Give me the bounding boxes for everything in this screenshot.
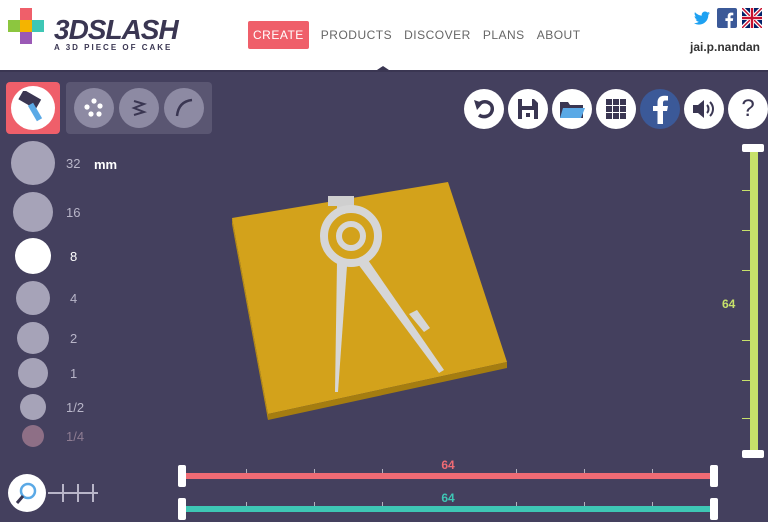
uk-flag-icon[interactable]: [742, 8, 762, 28]
nav-plans[interactable]: PLANS: [483, 21, 525, 49]
brand-name: 3DSLASH: [54, 14, 179, 45]
height-slider-bottom-handle[interactable]: [742, 450, 764, 458]
folder-icon: [560, 102, 585, 118]
nav-discover[interactable]: DISCOVER: [404, 21, 471, 49]
hammer-icon: [18, 91, 43, 122]
nav-indicator-caret: [374, 66, 392, 72]
dots-icon: [84, 98, 103, 117]
grid-icon: [606, 99, 626, 119]
zoom-button[interactable]: [8, 474, 46, 512]
nav-create[interactable]: CREATE: [248, 21, 309, 49]
facebook-share-button[interactable]: [640, 89, 680, 129]
username[interactable]: jai.p.nandan: [690, 40, 760, 54]
size-unit: mm: [94, 157, 118, 172]
main-nav: CREATE PRODUCTS DISCOVER PLANS ABOUT: [248, 21, 593, 49]
help-icon: ?: [741, 95, 755, 122]
zoom-slider-track[interactable]: [48, 492, 98, 494]
tool-group: [66, 82, 212, 134]
curve-icon: [175, 98, 193, 117]
depth-slider-track[interactable]: [184, 506, 714, 512]
height-slider-track[interactable]: [750, 148, 758, 454]
height-slider-value: 64: [722, 297, 736, 311]
depth-slider-left-handle[interactable]: [178, 498, 186, 520]
right-toolbar: ?: [464, 89, 768, 129]
height-slider-top-handle[interactable]: [742, 144, 764, 152]
model-viewport[interactable]: [210, 170, 530, 430]
logo[interactable]: 3DSLASH A 3D PIECE OF CAKE: [6, 8, 196, 56]
save-button[interactable]: [508, 89, 548, 129]
save-icon: [518, 99, 538, 119]
zigzag-icon: [131, 100, 148, 116]
facebook-icon[interactable]: [717, 8, 737, 28]
zigzag-tool-button[interactable]: [119, 88, 159, 128]
sound-icon: [693, 100, 714, 118]
facebook-icon: [653, 95, 668, 124]
depth-slider-right-handle[interactable]: [710, 498, 718, 520]
magnifier-icon: [15, 482, 37, 504]
help-button[interactable]: ?: [728, 89, 768, 129]
width-slider-right-handle[interactable]: [710, 465, 718, 487]
curve-tool-button[interactable]: [164, 88, 204, 128]
sound-button[interactable]: [684, 89, 724, 129]
hammer-tool-button[interactable]: [6, 82, 60, 134]
width-slider-track[interactable]: [184, 473, 714, 479]
width-slider-left-handle[interactable]: [178, 465, 186, 487]
brand-tagline: A 3D PIECE OF CAKE: [54, 43, 173, 52]
open-folder-button[interactable]: [552, 89, 592, 129]
undo-button[interactable]: [464, 89, 504, 129]
top-header: 3DSLASH A 3D PIECE OF CAKE CREATE PRODUC…: [0, 0, 768, 72]
social-links: [692, 8, 762, 28]
logo-cross-icon: [8, 8, 44, 44]
brush-size-list: 32 16 8 4 2 1 1/2 1/4: [0, 140, 140, 450]
width-slider-value: 64: [441, 458, 455, 472]
nav-about[interactable]: ABOUT: [537, 21, 581, 49]
grid-button[interactable]: [596, 89, 636, 129]
nav-products[interactable]: PRODUCTS: [321, 21, 392, 49]
dots-tool-button[interactable]: [74, 88, 114, 128]
twitter-icon[interactable]: [692, 8, 712, 28]
undo-icon: [474, 100, 495, 119]
depth-slider-value: 64: [441, 491, 455, 505]
